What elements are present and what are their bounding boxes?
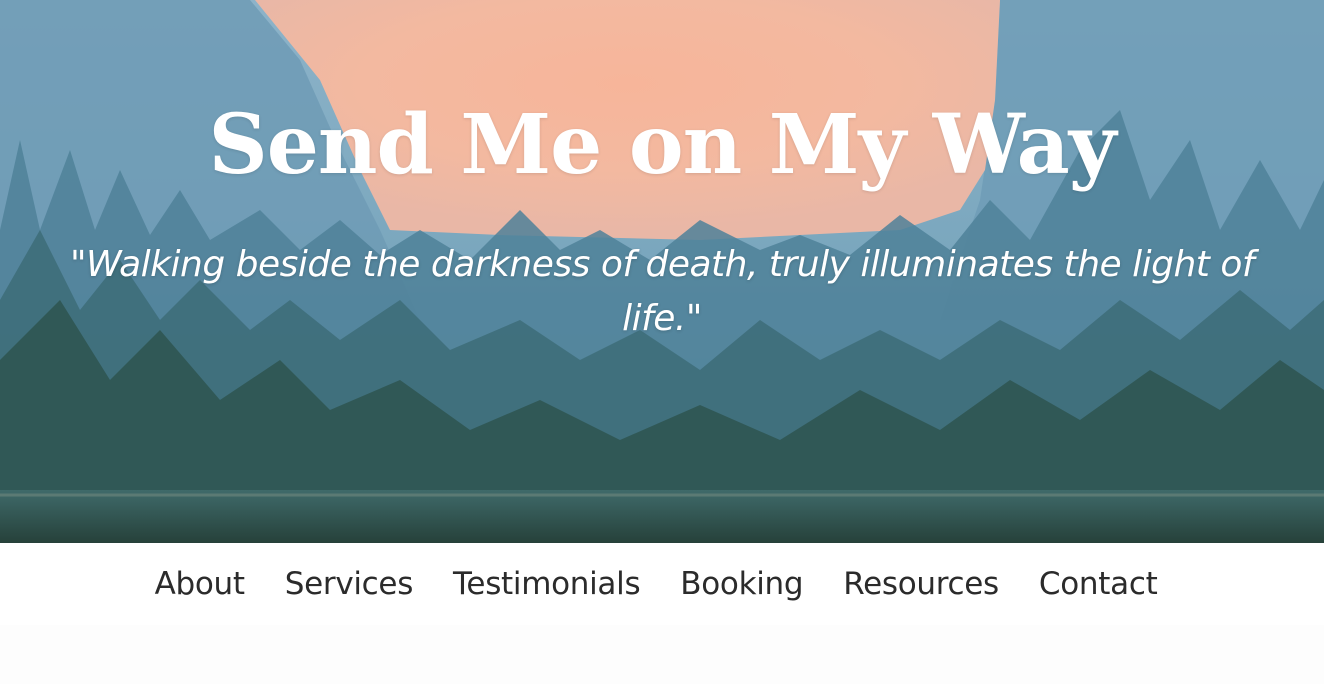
page: Send Me on My Way "Walking beside the da… — [0, 0, 1324, 684]
nav-link-services[interactable]: Services — [265, 566, 433, 602]
nav-link-booking[interactable]: Booking — [660, 566, 823, 602]
main-navigation: About Services Testimonials Booking Reso… — [0, 543, 1324, 625]
hero-banner: Send Me on My Way "Walking beside the da… — [0, 0, 1324, 543]
nav-link-contact[interactable]: Contact — [1019, 566, 1178, 602]
site-title: Send Me on My Way — [208, 97, 1117, 193]
nav-list: About Services Testimonials Booking Reso… — [135, 566, 1178, 602]
nav-link-resources[interactable]: Resources — [823, 566, 1019, 602]
content-area — [0, 625, 1324, 684]
nav-link-about[interactable]: About — [135, 566, 265, 602]
nav-link-testimonials[interactable]: Testimonials — [433, 566, 660, 602]
hero-quote: "Walking beside the darkness of death, t… — [69, 244, 1255, 339]
